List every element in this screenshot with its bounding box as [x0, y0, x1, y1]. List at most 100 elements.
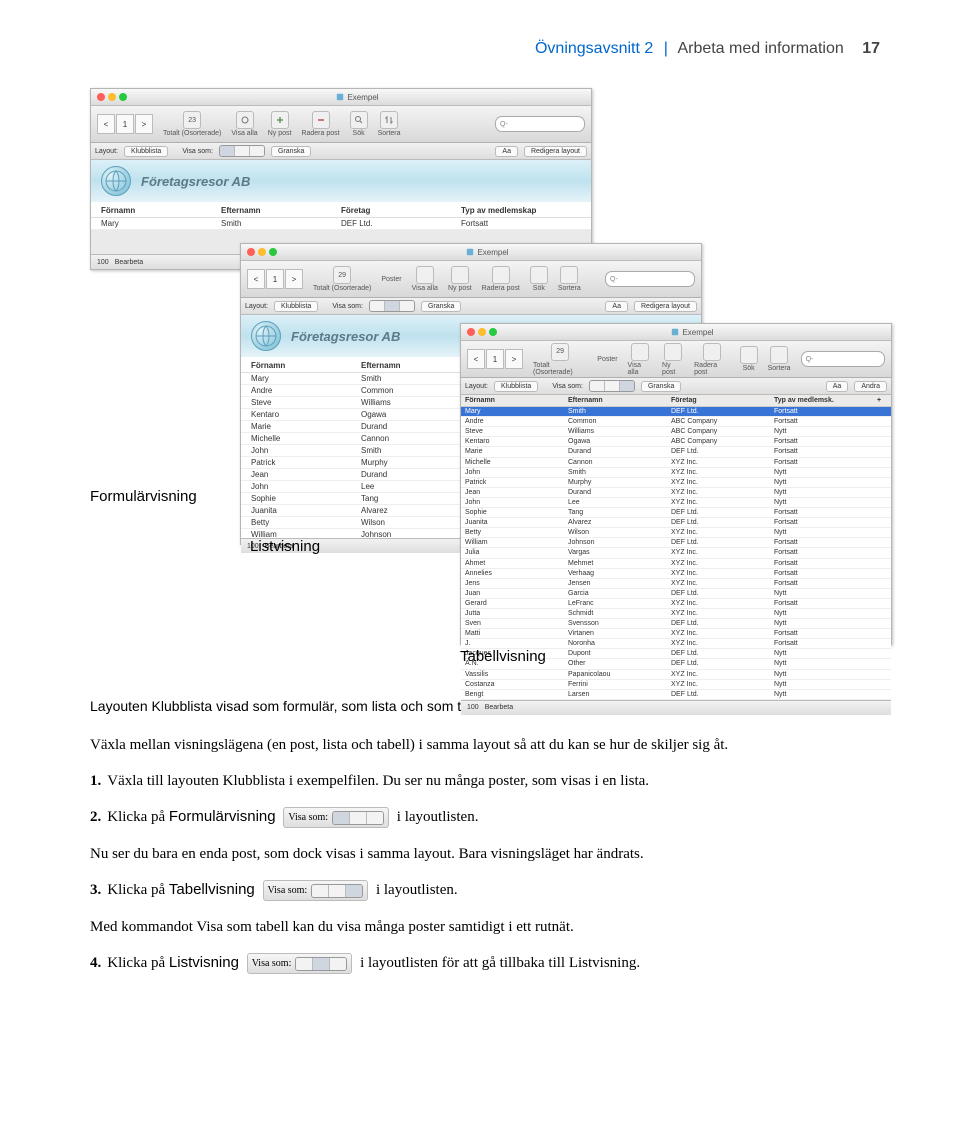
sortera-button[interactable]: Sortera: [378, 111, 401, 137]
prev-button[interactable]: <: [247, 269, 265, 289]
zoom-icon[interactable]: [269, 248, 277, 256]
granska-button[interactable]: Granska: [421, 301, 461, 312]
view-as-button-inline: Visa som:: [263, 880, 369, 901]
table-row[interactable]: JuanitaAlvarezDEF Ltd.Fortsatt: [461, 518, 891, 528]
list-view-icon: [329, 885, 346, 897]
table-row[interactable]: AndreCommonABC CompanyFortsatt: [461, 417, 891, 427]
andra-button[interactable]: Andra: [854, 381, 887, 392]
list-view-icon: [313, 958, 330, 970]
column-headers: FörnamnEfternamnFöretagTyp av medlemskap: [91, 202, 591, 218]
table-row[interactable]: KentaroOgawaABC CompanyFortsatt: [461, 437, 891, 447]
table-row[interactable]: MarySmithDEF Ltd.Fortsatt: [91, 218, 591, 230]
page-number: 17: [862, 40, 880, 57]
ny-post-button[interactable]: Ny post: [448, 266, 472, 292]
table-row[interactable]: BengtLarsenDEF Ltd.Nytt: [461, 690, 891, 700]
form-view-icon: [220, 146, 235, 156]
window-title: Exempel: [682, 328, 713, 337]
visa-alla-button[interactable]: Visa alla: [231, 111, 257, 137]
table-row[interactable]: BettyWilsonXYZ Inc.Nytt: [461, 528, 891, 538]
radera-post-button[interactable]: Radera post: [694, 343, 729, 376]
table-row[interactable]: GerardLeFrancXYZ Inc.Fortsatt: [461, 599, 891, 609]
table-row[interactable]: JuanGarciaDEF Ltd.Nytt: [461, 589, 891, 599]
ny-post-button[interactable]: Ny post: [268, 111, 292, 137]
search-input[interactable]: Q-: [495, 116, 585, 132]
table-row[interactable]: JuliaVargasXYZ Inc.Fortsatt: [461, 548, 891, 558]
zoom-icon[interactable]: [119, 93, 127, 101]
table-row[interactable]: MarySmithDEF Ltd.Fortsatt: [461, 407, 891, 417]
count-badge: 29: [551, 343, 569, 361]
view-toggle[interactable]: [219, 145, 265, 157]
brand-name: Företagsresor AB: [141, 174, 250, 189]
sortera-button[interactable]: Sortera: [768, 346, 791, 372]
layout-select[interactable]: Klubblista: [494, 381, 538, 392]
app-icon: [466, 248, 474, 256]
form-view-icon: [296, 958, 313, 970]
table-row[interactable]: SteveWilliamsABC CompanyNytt: [461, 427, 891, 437]
step-3: 3.Klicka på Tabellvisning Visa som: i la…: [90, 877, 880, 904]
page-field[interactable]: 1: [116, 114, 134, 134]
granska-button[interactable]: Granska: [271, 146, 311, 157]
search-input[interactable]: Q-: [605, 271, 695, 287]
chapter-label: Arbeta med information: [677, 40, 843, 57]
window-table-view: Exempel <1> 29Totalt (Osorterade) Poster…: [460, 323, 892, 645]
app-icon: [336, 93, 344, 101]
page-field[interactable]: 1: [266, 269, 284, 289]
visa-alla-button[interactable]: Visa alla: [412, 266, 438, 292]
table-row[interactable]: PatrickMurphyXYZ Inc.Nytt: [461, 478, 891, 488]
view-toggle[interactable]: [369, 300, 415, 312]
table-row[interactable]: JuttaSchmidtXYZ Inc.Nytt: [461, 609, 891, 619]
radera-post-button[interactable]: Radera post: [482, 266, 520, 292]
table-row[interactable]: JeanDurandXYZ Inc.Nytt: [461, 488, 891, 498]
table-row[interactable]: MarieDurandDEF Ltd.Fortsatt: [461, 447, 891, 457]
prev-button[interactable]: <: [97, 114, 115, 134]
minimize-icon[interactable]: [108, 93, 116, 101]
layout-select[interactable]: Klubblista: [124, 146, 168, 157]
granska-button[interactable]: Granska: [641, 381, 681, 392]
sortera-button[interactable]: Sortera: [558, 266, 581, 292]
form-view-icon: [333, 812, 350, 824]
close-icon[interactable]: [97, 93, 105, 101]
radera-post-button[interactable]: Radera post: [301, 111, 339, 137]
visa-alla-button[interactable]: Visa alla: [628, 343, 653, 376]
minimize-icon[interactable]: [258, 248, 266, 256]
sok-button[interactable]: Sök: [740, 346, 758, 372]
table-row[interactable]: WilliamJohnsonDEF Ltd.Fortsatt: [461, 538, 891, 548]
table-row[interactable]: MichelleCannonXYZ Inc.Fortsatt: [461, 458, 891, 468]
table-row[interactable]: JohnSmithXYZ Inc.Nytt: [461, 468, 891, 478]
minimize-icon[interactable]: [478, 328, 486, 336]
search-input[interactable]: Q-: [801, 351, 885, 367]
aa-button[interactable]: Aa: [495, 146, 518, 157]
redigera-layout-button[interactable]: Redigera layout: [634, 301, 697, 312]
step-3-result: Med kommandot Visa som tabell kan du vis…: [90, 916, 880, 939]
table-row[interactable]: AnneliesVerhaagXYZ Inc.Fortsatt: [461, 569, 891, 579]
view-as-button-inline: Visa som:: [283, 807, 389, 828]
table-row[interactable]: AhmetMehmetXYZ Inc.Fortsatt: [461, 559, 891, 569]
next-button[interactable]: >: [135, 114, 153, 134]
view-toggle[interactable]: [589, 380, 635, 392]
sok-button[interactable]: Sök: [350, 111, 368, 137]
form-view-icon: [312, 885, 329, 897]
table-row[interactable]: CostanzaFerriniXYZ Inc.Nytt: [461, 680, 891, 690]
sok-button[interactable]: Sök: [530, 266, 548, 292]
next-button[interactable]: >: [285, 269, 303, 289]
zoom-icon[interactable]: [489, 328, 497, 336]
table-row[interactable]: VassilisPapanicolaouXYZ Inc.Nytt: [461, 670, 891, 680]
layout-select[interactable]: Klubblista: [274, 301, 318, 312]
table-row[interactable]: SvenSvenssonDEF Ltd.Nytt: [461, 619, 891, 629]
section-label: Övningsavsnitt 2: [535, 40, 653, 57]
close-icon[interactable]: [467, 328, 475, 336]
bearbeta-label[interactable]: Bearbeta: [115, 259, 143, 266]
close-icon[interactable]: [247, 248, 255, 256]
bearbeta-label[interactable]: Bearbeta: [485, 704, 513, 711]
window-title: Exempel: [477, 248, 508, 257]
ny-post-button[interactable]: Ny post: [662, 343, 684, 376]
table-view-icon: [330, 958, 346, 970]
table-row[interactable]: SophieTangDEF Ltd.Fortsatt: [461, 508, 891, 518]
table-row[interactable]: MattiVirtanenXYZ Inc.Fortsatt: [461, 629, 891, 639]
redigera-layout-button[interactable]: Redigera layout: [524, 146, 587, 157]
table-view-icon: [367, 812, 383, 824]
step-1: 1.Växla till layouten Klubblista i exemp…: [90, 769, 880, 795]
table-view-icon: [250, 146, 264, 156]
table-row[interactable]: JensJensenXYZ Inc.Fortsatt: [461, 579, 891, 589]
table-row[interactable]: JohnLeeXYZ Inc.Nytt: [461, 498, 891, 508]
